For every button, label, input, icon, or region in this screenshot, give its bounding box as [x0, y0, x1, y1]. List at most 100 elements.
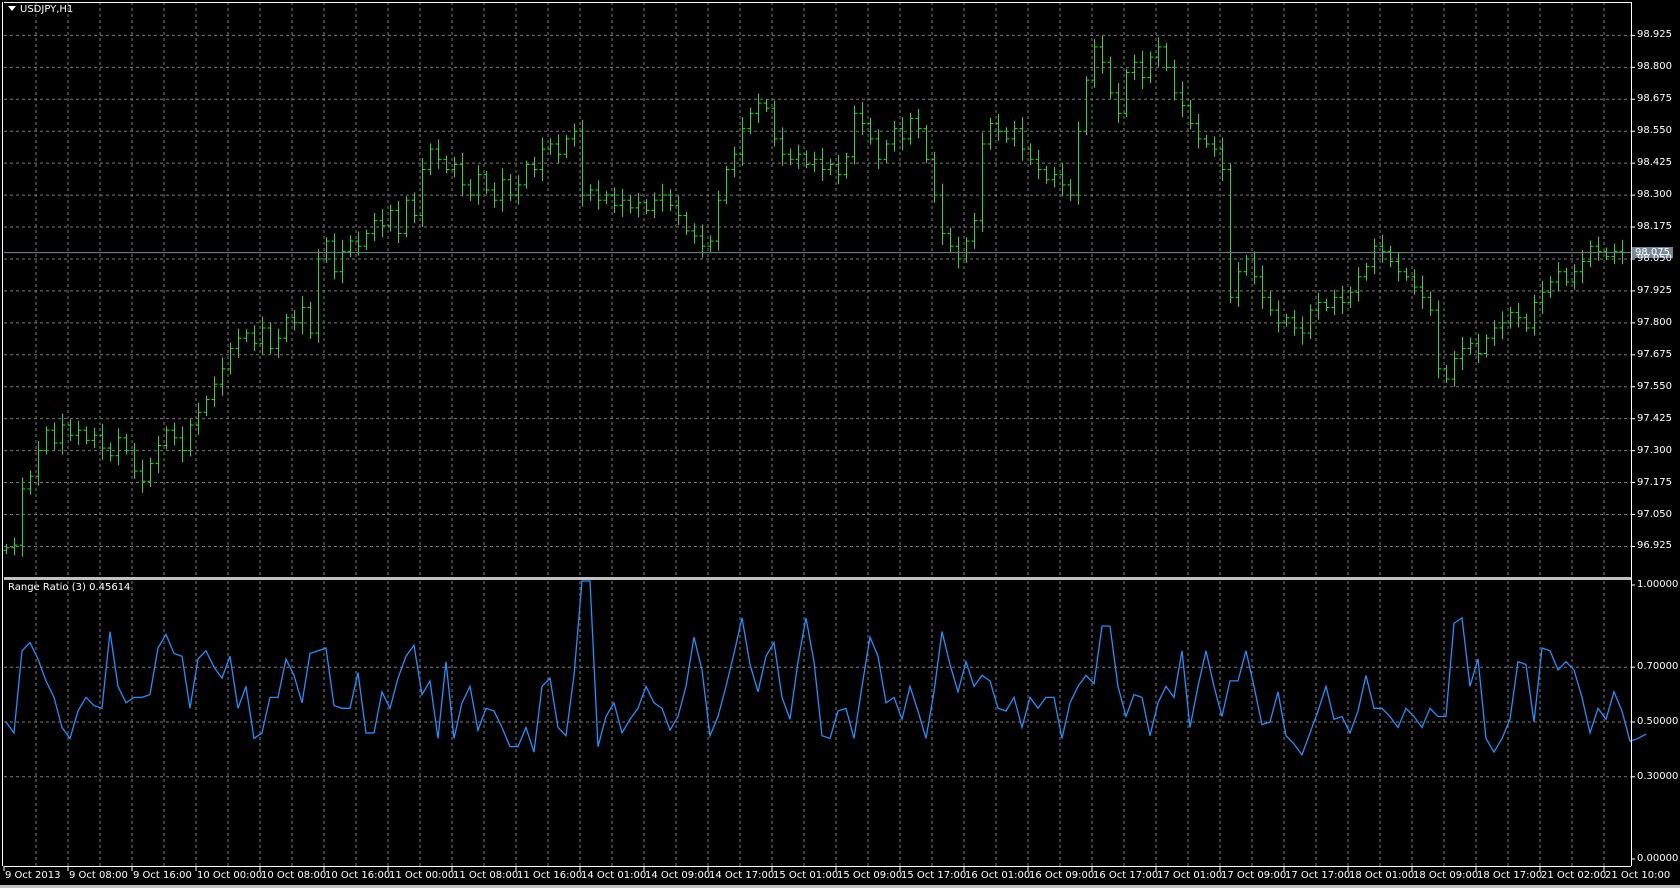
dropdown-triangle-icon[interactable] — [8, 6, 16, 11]
price-axis-label: 98.550 — [1637, 125, 1672, 137]
ohlc-bar — [363, 229, 370, 251]
time-axis-label: 18 Oct 09:00 — [1413, 870, 1479, 881]
price-axis-label: 97.175 — [1637, 476, 1672, 488]
ohlc-bar — [1491, 320, 1498, 346]
ohlc-bar — [1059, 163, 1066, 197]
ohlc-bar — [1387, 245, 1394, 268]
price-axis-label: 98.050 — [1637, 252, 1672, 264]
time-axis-label: 16 Oct 09:00 — [1029, 870, 1095, 881]
ohlc-bar — [179, 426, 186, 463]
ohlc-bar — [747, 107, 754, 135]
ohlc-bar — [347, 235, 354, 258]
ohlc-bar — [787, 148, 794, 166]
price-axis-label: 97.675 — [1637, 348, 1672, 360]
time-axis-label: 14 Oct 09:00 — [645, 870, 711, 881]
ohlc-bar — [1323, 298, 1330, 312]
ohlc-bar — [59, 413, 66, 455]
time-axis-label: 9 Oct 08:00 — [69, 870, 128, 881]
ohlc-bar — [395, 200, 402, 244]
grid — [4, 2, 1631, 866]
ohlc-bar — [851, 105, 858, 165]
ohlc-bar — [1483, 334, 1490, 358]
ohlc-bar — [219, 357, 226, 396]
ohlc-bar — [1235, 262, 1242, 307]
ohlc-bar — [971, 212, 978, 249]
ohlc-bar — [443, 155, 450, 174]
ohlc-bar — [1003, 127, 1010, 143]
time-axis-label: 14 Oct 17:00 — [709, 870, 775, 881]
ohlc-bar — [435, 139, 442, 169]
time-axis-label: 16 Oct 01:00 — [965, 870, 1031, 881]
time-axis-label: 15 Oct 17:00 — [901, 870, 967, 881]
ohlc-bar — [1435, 300, 1442, 379]
time-axis-label: 11 Oct 16:00 — [517, 870, 583, 881]
time-axis-label: 9 Oct 2013 — [5, 870, 61, 881]
ohlc-bar — [1611, 243, 1618, 265]
price-axis-label: 97.425 — [1637, 412, 1672, 424]
ohlc-bar — [1499, 311, 1506, 340]
ohlc-bar — [1459, 336, 1466, 371]
ohlc-bar — [283, 313, 290, 343]
ohlc-bar — [1395, 251, 1402, 282]
ohlc-bar — [1083, 76, 1090, 136]
indicator-axis-label: 1.00000 — [1637, 579, 1679, 590]
ohlc-bar — [1171, 59, 1178, 101]
ohlc-bar — [827, 158, 834, 176]
time-axis-label: 17 Oct 09:00 — [1221, 870, 1287, 881]
price-axis-label: 97.550 — [1637, 380, 1672, 392]
ohlc-bar — [459, 152, 466, 197]
ohlc-bar — [1139, 50, 1146, 90]
ohlc-bar — [499, 168, 506, 212]
ohlc-bar — [587, 184, 594, 201]
ohlc-bar — [811, 151, 818, 173]
time-axis-label: 9 Oct 16:00 — [133, 870, 192, 881]
ohlc-bar — [243, 329, 250, 343]
price-axis-label: 98.925 — [1637, 29, 1672, 41]
indicator-axis-label: 0.00000 — [1637, 853, 1679, 864]
chart-window[interactable] — [0, 0, 1680, 888]
ohlc-bar — [1259, 265, 1266, 309]
ohlc-bar — [1587, 240, 1594, 268]
ohlc-bar — [1515, 303, 1522, 328]
chart-symbol-title[interactable]: USDJPY,H1 — [8, 4, 73, 15]
price-axis-label: 97.050 — [1637, 508, 1672, 520]
ohlc-bar — [1371, 238, 1378, 275]
ohlc-bar — [691, 223, 698, 244]
indicator-axis-label: 0.50000 — [1637, 716, 1679, 727]
ohlc-bar — [1563, 267, 1570, 286]
indicator-axis-label: 0.30000 — [1637, 770, 1679, 782]
chart-frame — [0, 0, 1680, 888]
time-axis-label: 21 Oct 02:00 — [1541, 870, 1607, 881]
ohlc-bar — [1035, 149, 1042, 180]
time-axis-label: 16 Oct 17:00 — [1093, 870, 1159, 881]
time-axis-label: 17 Oct 01:00 — [1157, 870, 1223, 881]
ohlc-bar — [1211, 136, 1218, 157]
time-axis-label: 11 Oct 00:00 — [389, 870, 455, 881]
ohlc-bar — [539, 137, 546, 182]
price-bars — [3, 35, 1626, 557]
indicator-axis-label: 0.70000 — [1637, 661, 1679, 673]
ohlc-bar — [467, 179, 474, 201]
ohlc-bar — [1019, 117, 1026, 161]
ohlc-bar — [307, 301, 314, 339]
ohlc-bar — [475, 165, 482, 205]
ohlc-bar — [211, 376, 218, 408]
time-axis-label: 17 Oct 17:00 — [1285, 870, 1351, 881]
ohlc-bar — [107, 442, 114, 462]
ohlc-bar — [299, 296, 306, 335]
ohlc-bar — [331, 233, 338, 280]
ohlc-bar — [251, 325, 258, 351]
ohlc-bar — [603, 191, 610, 205]
ohlc-bar — [91, 427, 98, 449]
ohlc-bar — [779, 127, 786, 166]
ohlc-bar — [275, 328, 282, 358]
ohlc-bar — [939, 183, 946, 245]
ohlc-bar — [891, 120, 898, 152]
ohlc-bar — [659, 183, 666, 212]
ohlc-bar — [1307, 304, 1314, 339]
ohlc-bar — [843, 152, 850, 179]
ohlc-bar — [1275, 300, 1282, 333]
ohlc-bar — [1419, 275, 1426, 309]
symbol-label: USDJPY,H1 — [20, 4, 74, 15]
ohlc-bar — [923, 124, 930, 164]
